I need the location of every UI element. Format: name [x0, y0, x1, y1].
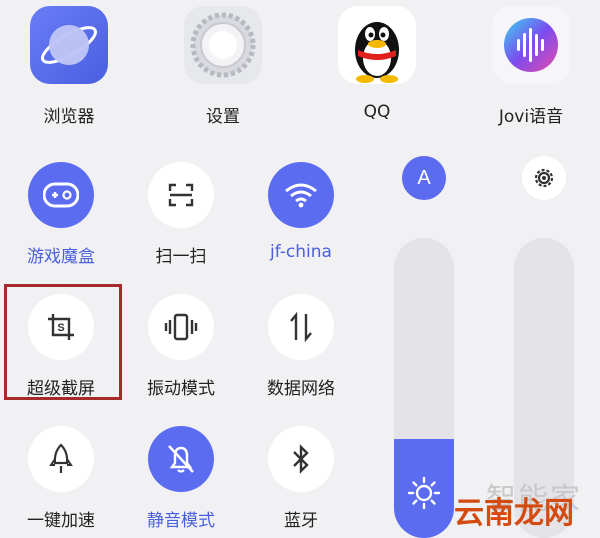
brightness-slider[interactable] [394, 238, 454, 538]
auto-brightness-label: A [417, 166, 431, 189]
tile-wifi[interactable]: jf-china [246, 162, 356, 262]
gamepad-icon [28, 162, 94, 228]
penguin-icon [338, 6, 416, 84]
auto-brightness-button[interactable]: A [402, 156, 446, 200]
tile-boost[interactable]: 一键加速 [6, 426, 116, 531]
tile-game-box[interactable]: 游戏魔盒 [6, 162, 116, 267]
bell-off-icon [148, 426, 214, 492]
app-settings[interactable]: 设置 [168, 0, 278, 127]
app-qq[interactable]: QQ [322, 0, 432, 122]
tile-silent-mode-label: 静音模式 [147, 511, 215, 531]
app-browser-label: 浏览器 [43, 107, 95, 127]
sun-icon [407, 476, 441, 510]
planet-icon [30, 6, 108, 84]
tile-bluetooth[interactable]: 蓝牙 [246, 426, 356, 531]
settings-shortcut-button[interactable] [522, 156, 566, 200]
voice-wave-icon [492, 6, 570, 84]
tile-wifi-label: jf-china [270, 242, 332, 262]
tile-scan[interactable]: 扫一扫 [126, 162, 236, 267]
tile-boost-label: 一键加速 [27, 511, 95, 531]
tile-vibrate-label: 振动模式 [147, 379, 215, 399]
tile-bluetooth-label: 蓝牙 [284, 511, 318, 531]
tile-scan-label: 扫一扫 [155, 247, 207, 267]
rocket-icon [28, 426, 94, 492]
app-jovi-label: Jovi语音 [498, 107, 564, 127]
gear-icon [534, 168, 554, 188]
tile-mobile-data-label: 数据网络 [267, 379, 335, 399]
data-arrows-icon [268, 294, 334, 360]
app-settings-label: 设置 [206, 107, 240, 127]
highlight-frame [4, 284, 122, 400]
app-browser[interactable]: 浏览器 [14, 0, 124, 127]
watermark-brand: 云南龙网 [454, 496, 574, 531]
tile-vibrate[interactable]: 振动模式 [126, 294, 236, 399]
tile-mobile-data[interactable]: 数据网络 [246, 294, 356, 399]
app-qq-label: QQ [363, 102, 391, 122]
gear-icon [184, 6, 262, 84]
bluetooth-icon [268, 426, 334, 492]
wifi-icon [268, 162, 334, 228]
vibrate-icon [148, 294, 214, 360]
scan-icon [148, 162, 214, 228]
app-jovi-voice[interactable]: Jovi语音 [476, 0, 586, 127]
tile-game-box-label: 游戏魔盒 [27, 247, 95, 267]
tile-silent-mode[interactable]: 静音模式 [126, 426, 236, 531]
